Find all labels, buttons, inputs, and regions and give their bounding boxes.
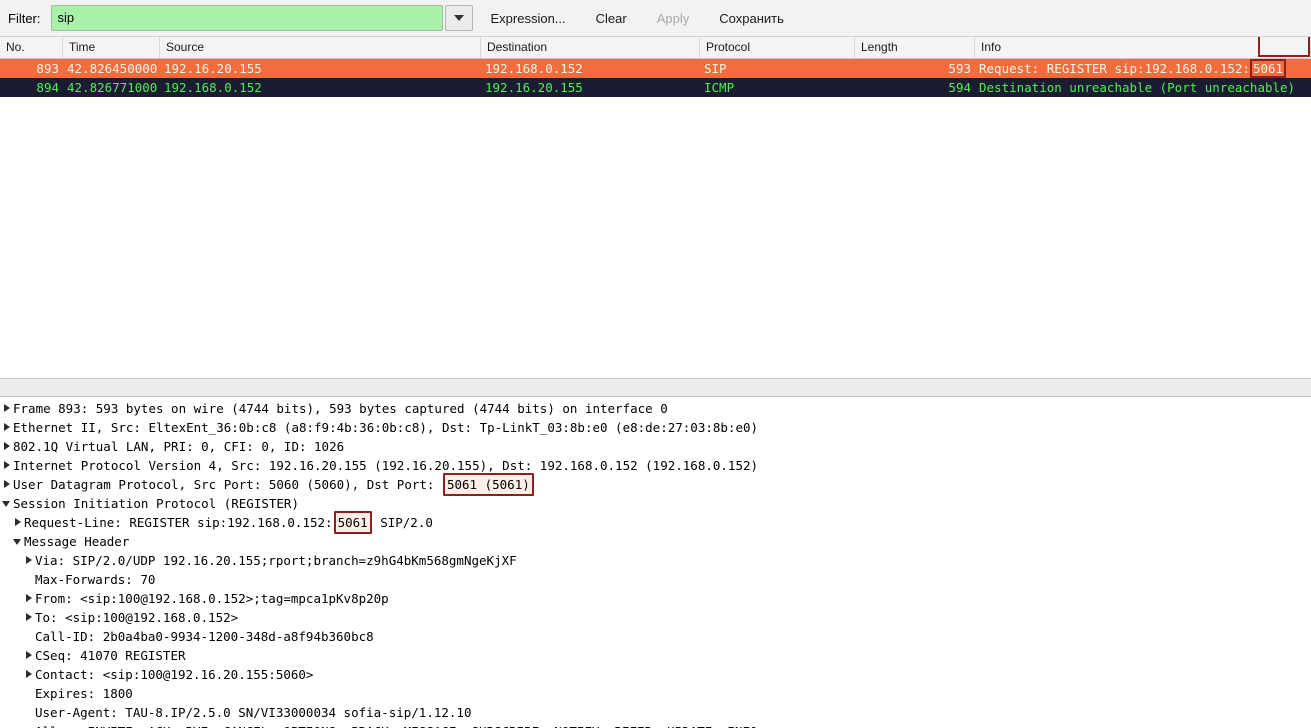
chevron-down-icon: [453, 15, 464, 21]
triangle-right-icon[interactable]: [13, 518, 22, 527]
detail-tree-item[interactable]: Message Header: [0, 532, 1311, 551]
detail-tree-item[interactable]: Contact: <sip:100@192.16.20.155:5060>: [0, 665, 1311, 684]
cell-destination: 192.16.20.155: [485, 80, 583, 95]
packet-list-header[interactable]: No. Time Source Destination Protocol Length In…: [0, 37, 1311, 59]
cell-info: Request: REGISTER sip:192.168.0.152: 5061: [975, 59, 1311, 78]
pane-splitter[interactable]: [0, 378, 1311, 397]
cell-time: 42.826450000: [67, 61, 158, 76]
column-header-no[interactable]: No.: [0, 37, 63, 58]
detail-tree-item[interactable]: Via: SIP/2.0/UDP 192.16.20.155;rport;bra…: [0, 551, 1311, 570]
filter-input[interactable]: [51, 7, 442, 29]
triangle-right-icon[interactable]: [24, 594, 33, 603]
triangle-right-icon[interactable]: [24, 613, 33, 622]
filter-history-dropdown-button[interactable]: [444, 5, 473, 31]
column-header-info[interactable]: Info: [975, 37, 1311, 58]
packet-details-pane[interactable]: Frame 893: 593 bytes on wire (4744 bits)…: [0, 397, 1311, 728]
triangle-right-icon[interactable]: [2, 423, 11, 432]
triangle-right-icon[interactable]: [2, 404, 11, 413]
wireshark-window: Filter: Expression... Clear Apply Сохран…: [0, 0, 1311, 728]
detail-tree-label-suffix: SIP/2.0: [372, 515, 433, 530]
cell-source: 192.168.0.152: [164, 80, 262, 95]
cell-length: 594: [948, 80, 971, 95]
triangle-right-icon[interactable]: [24, 556, 33, 565]
cell-protocol: ICMP: [704, 80, 735, 95]
clear-button[interactable]: Clear: [584, 6, 639, 30]
column-header-protocol[interactable]: Protocol: [700, 37, 855, 58]
triangle-right-icon[interactable]: [2, 442, 11, 451]
detail-tree-item[interactable]: Internet Protocol Version 4, Src: 192.16…: [0, 456, 1311, 475]
detail-tree-item[interactable]: Request-Line: REGISTER sip:192.168.0.152…: [0, 511, 1311, 534]
detail-tree-item[interactable]: Frame 893: 593 bytes on wire (4744 bits)…: [0, 399, 1311, 418]
detail-tree-item[interactable]: Expires: 1800: [0, 684, 1311, 703]
filter-toolbar: Filter: Expression... Clear Apply Сохран…: [0, 0, 1311, 37]
save-filter-button[interactable]: Сохранить: [707, 6, 796, 30]
column-header-destination[interactable]: Destination: [481, 37, 700, 58]
detail-tree-item[interactable]: Call-ID: 2b0a4ba0-9934-1200-348d-a8f94b3…: [0, 627, 1311, 646]
packet-rows[interactable]: 893 42.826450000 192.16.20.155 192.168.0.15…: [0, 59, 1311, 97]
column-header-length[interactable]: Length: [855, 37, 975, 58]
detail-tree-label: Frame 893: 593 bytes on wire (4744 bits)…: [13, 401, 668, 416]
detail-tree-label: User-Agent: TAU-8.IP/2.5.0 SN/VI33000034…: [35, 705, 472, 720]
detail-tree-label: From: <sip:100@192.168.0.152>;tag=mpca1p…: [35, 591, 389, 606]
detail-tree-item[interactable]: User Datagram Protocol, Src Port: 5060 (…: [0, 473, 1311, 496]
detail-tree-item[interactable]: To: <sip:100@192.168.0.152>: [0, 608, 1311, 627]
cell-source: 192.16.20.155: [164, 61, 262, 76]
expression-button[interactable]: Expression...: [479, 6, 578, 30]
detail-tree-label: Ethernet II, Src: EltexEnt_36:0b:c8 (a8:…: [13, 420, 759, 435]
detail-tree-label: Allow: INVITE, ACK, BYE, CANCEL, OPTIONS…: [35, 722, 757, 728]
triangle-right-icon[interactable]: [24, 651, 33, 660]
detail-tree-label: CSeq: 41070 REGISTER: [35, 648, 186, 663]
detail-tree-label: Max-Forwards: 70: [35, 572, 156, 587]
detail-tree-label: 802.1Q Virtual LAN, PRI: 0, CFI: 0, ID: …: [13, 439, 345, 454]
cell-protocol: SIP: [704, 61, 727, 76]
detail-tree-item[interactable]: User-Agent: TAU-8.IP/2.5.0 SN/VI33000034…: [0, 703, 1311, 722]
detail-tree-label: Via: SIP/2.0/UDP 192.16.20.155;rport;bra…: [35, 553, 517, 568]
triangle-right-icon[interactable]: [24, 670, 33, 679]
detail-tree-label: Message Header: [24, 534, 130, 549]
detail-tree-item[interactable]: Max-Forwards: 70: [0, 570, 1311, 589]
no-expander-icon: [24, 708, 33, 717]
detail-tree-item[interactable]: Ethernet II, Src: EltexEnt_36:0b:c8 (a8:…: [0, 418, 1311, 437]
cell-time: 42.826771000: [67, 80, 158, 95]
detail-tree-item[interactable]: Allow: INVITE, ACK, BYE, CANCEL, OPTIONS…: [0, 722, 1311, 728]
display-filter-field[interactable]: [50, 5, 443, 31]
info-port-highlight: 5061: [1249, 59, 1287, 78]
cell-info: Destination unreachable (Port unreachabl…: [979, 80, 1296, 95]
no-expander-icon: [24, 632, 33, 641]
packet-list-pane[interactable]: No. Time Source Destination Protocol Length In…: [0, 37, 1311, 378]
detail-tree-item[interactable]: CSeq: 41070 REGISTER: [0, 646, 1311, 665]
detail-tree-label: To: <sip:100@192.168.0.152>: [35, 610, 239, 625]
port-annotation-highlight: 5061 (5061): [442, 473, 534, 496]
table-row[interactable]: 893 42.826450000 192.16.20.155 192.168.0.15…: [0, 59, 1311, 78]
column-header-time[interactable]: Time: [63, 37, 160, 58]
triangle-right-icon[interactable]: [2, 480, 11, 489]
detail-tree-label: Session Initiation Protocol (REGISTER): [13, 496, 299, 511]
detail-tree-label: Internet Protocol Version 4, Src: 192.16…: [13, 458, 759, 473]
table-row[interactable]: 894 42.826771000 192.168.0.152 192.16.20.15…: [0, 78, 1311, 97]
detail-tree-item[interactable]: Session Initiation Protocol (REGISTER): [0, 494, 1311, 513]
cell-no: 893: [36, 61, 59, 76]
detail-tree-label: Contact: <sip:100@192.16.20.155:5060>: [35, 667, 314, 682]
column-header-source[interactable]: Source: [160, 37, 481, 58]
no-expander-icon: [24, 689, 33, 698]
detail-tree-item[interactable]: 802.1Q Virtual LAN, PRI: 0, CFI: 0, ID: …: [0, 437, 1311, 456]
cell-destination: 192.168.0.152: [485, 61, 583, 76]
filter-label: Filter:: [8, 10, 41, 26]
detail-tree-label: User Datagram Protocol, Src Port: 5060 (…: [13, 477, 442, 492]
cell-no: 894: [36, 80, 59, 95]
cell-length: 593: [948, 61, 971, 76]
port-annotation-highlight: 5061: [333, 511, 372, 534]
apply-button[interactable]: Apply: [645, 6, 702, 30]
triangle-right-icon[interactable]: [2, 461, 11, 470]
detail-tree-label: Expires: 1800: [35, 686, 133, 701]
triangle-down-icon[interactable]: [2, 499, 11, 508]
detail-tree-item[interactable]: From: <sip:100@192.168.0.152>;tag=mpca1p…: [0, 589, 1311, 608]
detail-tree-label: Call-ID: 2b0a4ba0-9934-1200-348d-a8f94b3…: [35, 629, 374, 644]
triangle-down-icon[interactable]: [13, 537, 22, 546]
no-expander-icon: [24, 575, 33, 584]
detail-tree-label: Request-Line: REGISTER sip:192.168.0.152…: [24, 515, 333, 530]
